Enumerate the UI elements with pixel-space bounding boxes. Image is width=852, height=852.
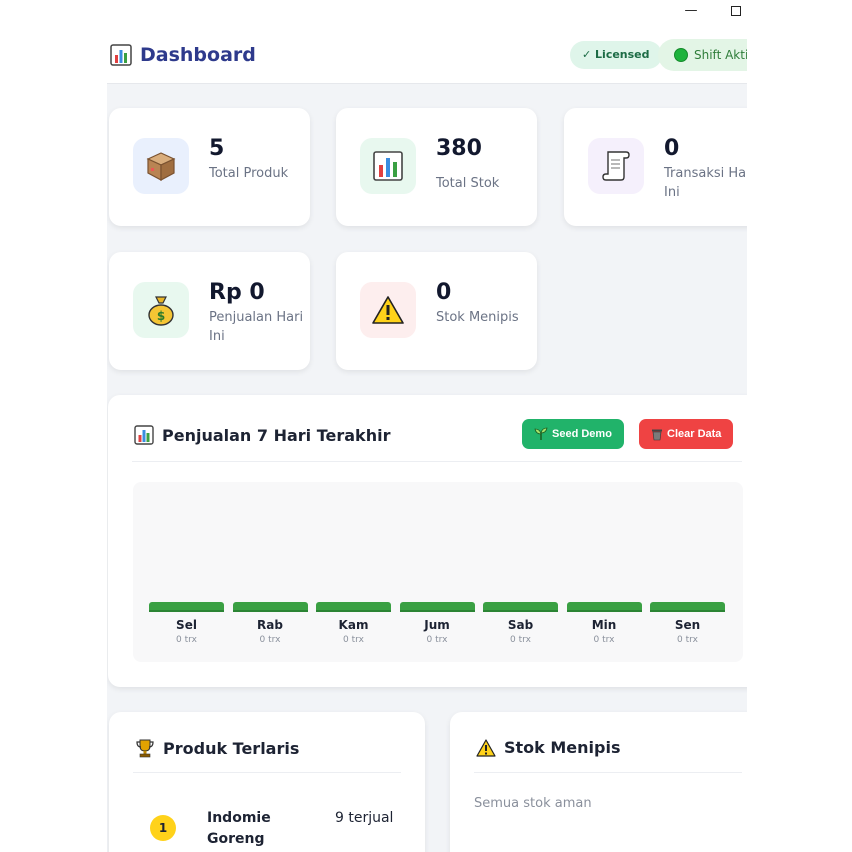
clear-data-button[interactable]: Clear Data (639, 419, 734, 449)
stat-label: Stok Menipis (436, 310, 519, 325)
chart-title: Penjualan 7 Hari Terakhir (134, 425, 390, 445)
stat-value: Rp 0 (209, 280, 265, 305)
stat-card-transaksi: 0 Transaksi Hari Ini (564, 108, 747, 226)
chart-bar (483, 602, 558, 612)
package-icon (146, 152, 176, 182)
stat-icon-wrap (588, 138, 644, 194)
chart-bar (316, 602, 391, 612)
product-name: Indomie Goreng (207, 810, 271, 847)
chart-area: Sel 0 trx Rab 0 trx Kam 0 trx Jum 0 trx Sab 0 trx… (133, 482, 743, 662)
stat-card-stok-menipis: 0 Stok Menipis (336, 252, 537, 370)
maximize-icon (731, 6, 741, 16)
status-dot-icon (674, 48, 688, 62)
shift-status-label: Shift Akti (694, 48, 747, 62)
product-sold-count: 9 terjual (335, 810, 394, 826)
top-products-title-text: Produk Terlaris (163, 738, 300, 758)
clear-data-label: Clear Data (667, 428, 722, 440)
chart-day-label: Kam (338, 618, 369, 632)
header: Dashboard ✓ Licensed Shift Akti (107, 22, 747, 84)
shift-status-badge[interactable]: Shift Akti (658, 39, 747, 71)
chart-trx-label: 0 trx (426, 635, 448, 645)
top-products-title: Produk Terlaris (135, 738, 299, 758)
warning-icon (372, 296, 404, 324)
chart-bar (149, 602, 224, 612)
trophy-icon (136, 739, 154, 758)
chart-trx-label: 0 trx (677, 635, 698, 645)
stat-label: Total Stok (436, 176, 500, 191)
minimize-button[interactable]: — (680, 2, 702, 20)
stat-label: Total Produk (209, 166, 289, 181)
stat-card-penjualan: $ Rp 0 Penjualan Hari Ini (109, 252, 310, 370)
seed-demo-button[interactable]: Seed Demo (522, 419, 624, 449)
low-stock-divider (474, 772, 742, 773)
chart-day-label: Sen (674, 618, 701, 632)
page-title-text: Dashboard (140, 44, 256, 66)
receipt-scroll-icon (602, 151, 630, 181)
svg-text:$: $ (157, 309, 165, 323)
empty-state-message: Semua stok aman (474, 796, 592, 811)
sales-chart-card: Penjualan 7 Hari Terakhir Seed Demo Clea… (108, 395, 747, 687)
bar-chart-icon (373, 151, 403, 181)
maximize-button[interactable] (725, 2, 747, 20)
seedling-icon (534, 427, 548, 440)
stat-icon-wrap (133, 138, 189, 194)
chart-title-text: Penjualan 7 Hari Terakhir (162, 425, 391, 445)
page-title: Dashboard (110, 44, 256, 66)
stat-icon-wrap (360, 282, 416, 338)
low-stock-title: Stok Menipis (476, 738, 620, 757)
chart-bar (232, 602, 308, 612)
chart-trx-label: 0 trx (259, 635, 281, 645)
bar-chart-icon (110, 44, 132, 66)
chart-bar (650, 602, 725, 612)
money-bag-icon: $ (148, 296, 174, 326)
low-stock-title-text: Stok Menipis (504, 738, 621, 757)
stat-card-total-stok: 380 Total Stok (336, 108, 537, 226)
chart-trx-label: 0 trx (510, 635, 531, 645)
top-products-divider (133, 772, 401, 773)
rank-badge: 1 (150, 815, 176, 841)
stat-card-total-produk: 5 Total Produk (109, 108, 310, 226)
top-products-card: Produk Terlaris 1 Indomie Goreng 9 terju… (109, 712, 425, 852)
chart-bar (566, 602, 642, 612)
chart-day-label: Min (591, 618, 617, 632)
seed-demo-label: Seed Demo (552, 428, 612, 440)
chart-trx-label: 0 trx (176, 635, 197, 645)
bar-chart-icon (134, 425, 154, 445)
chart-day-label: Jum (424, 618, 450, 632)
chart-divider (132, 461, 742, 462)
window-controls: — (0, 0, 852, 22)
chart-trx-label: 0 trx (593, 635, 615, 645)
stat-icon-wrap: $ (133, 282, 189, 338)
chart-day-label: Rab (257, 618, 283, 632)
app-main: Dashboard ✓ Licensed Shift Akti 5 Total … (107, 22, 747, 852)
stat-icon-wrap (360, 138, 416, 194)
chart-day-label: Sab (507, 618, 534, 632)
chart-bar (399, 602, 475, 612)
chart-trx-label: 0 trx (343, 635, 364, 645)
stat-value: 380 (436, 136, 482, 161)
stat-label: Transaksi Hari Ini (664, 166, 747, 200)
chart-day-label: Sel (176, 618, 197, 632)
low-stock-card: Stok Menipis Semua stok aman (450, 712, 747, 852)
stat-value: 5 (209, 136, 225, 161)
stat-value: 0 (436, 280, 452, 305)
warning-icon (476, 738, 496, 757)
trash-icon (652, 429, 662, 440)
license-badge: ✓ Licensed (570, 41, 662, 69)
stat-label: Penjualan Hari Ini (209, 310, 304, 344)
stat-value: 0 (664, 136, 680, 161)
